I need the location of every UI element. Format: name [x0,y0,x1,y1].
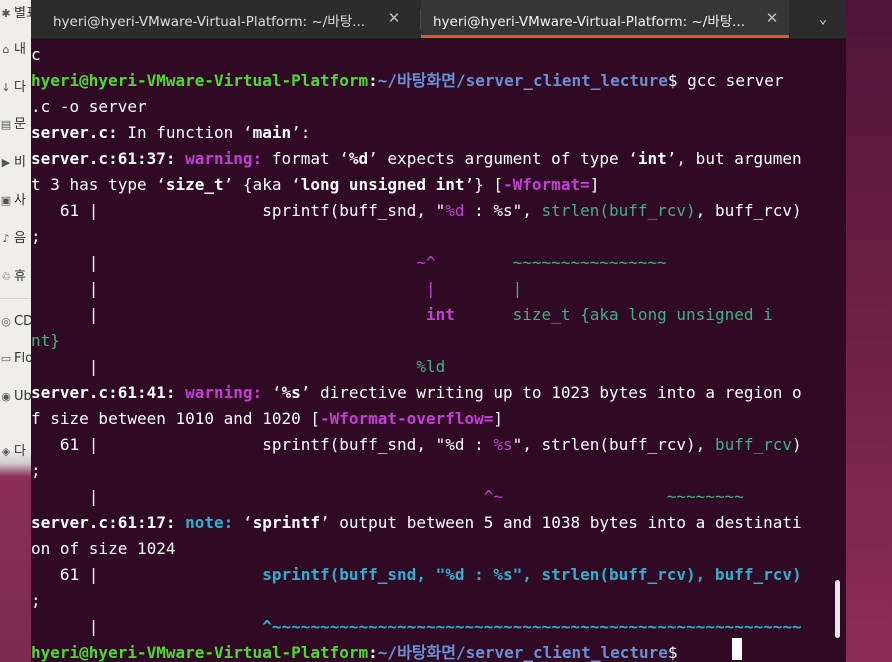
desktop-item-cd[interactable]: ◎ CD [0,314,32,340]
source-line: 61 | sprintf(buff_snd, "%d : %s", strlen… [31,435,802,454]
desktop-item-other[interactable]: ◈ 다 [0,440,32,466]
video-icon: ▶ [1,156,11,169]
warning-line: server.c:61:37: warning: format ‘%d’ exp… [31,149,802,168]
chevron-down-icon[interactable]: ⌄ [811,8,835,30]
warning-line: t 3 has type ‘size_t’ {aka ‘long unsigne… [31,175,600,194]
sidebar-divider [0,298,32,299]
disc-icon: ◎ [1,315,11,328]
terminal-window[interactable]: hyeri@hyeri-VMware-Virtual-Platform: ~/바… [31,0,846,662]
document-icon: ▤ [0,118,12,131]
close-icon[interactable]: ✕ [763,9,781,27]
desktop-sidebar: ✱ 별표 ⌂ 내 ↓ 다 ▤ 문 ▶ 비 ▣ 사 ♪ 음 ♲ 휴 ◎ CD ▭ Flo ◉ Ub ◈ 다 [0,0,32,662]
source-line: ; [31,591,41,610]
annotation-line: | | | [31,279,523,298]
annotation-line: | ^~~~~~~~~~~~~~~~~~~~~~~~~~~~~~~~~~~~~~… [31,617,802,636]
source-line: ; [31,227,41,246]
tab-terminal-2[interactable]: hyeri@hyeri-VMware-Virtual-Platform: ~/바… [421,0,789,38]
terminal-cursor [732,638,742,660]
desktop-item-floppy[interactable]: ▭ Flo [0,351,32,377]
warning-line: server.c:61:41: warning: ‘%s’ directive … [31,383,802,402]
source-line: ; [31,461,41,480]
star-icon: ✱ [1,7,11,20]
drive-icon: ◉ [1,390,11,403]
note-line: on of size 1024 [31,539,176,558]
prompt-line: hyeri@hyeri-VMware-Virtual-Platform:~/바탕… [31,71,784,90]
note-line: server.c:61:17: note: ‘sprintf’ output b… [31,513,802,532]
annotation-line: | ~^ ~~~~~~~~~~~~~~~~ [31,253,667,272]
annotation-line: | ^~ ~~~~~~~~ [31,487,744,506]
prompt-line: hyeri@hyeri-VMware-Virtual-Platform:~/바탕… [31,643,678,662]
picture-icon: ▣ [0,194,12,207]
desktop-item-downloads[interactable]: ↓ 다 [0,76,32,102]
output-line: c [31,45,41,64]
download-icon: ↓ [1,81,11,94]
source-line: 61 | sprintf(buff_snd, "%d : %s", strlen… [31,565,802,584]
terminal-output[interactable]: c hyeri@hyeri-VMware-Virtual-Platform:~/… [31,40,846,662]
command-line: .c -o server [31,97,147,116]
desktop-item-pictures[interactable]: ▣ 사 [0,189,32,215]
output-line: server.c: In function ‘main’: [31,123,311,142]
desktop-item-trash[interactable]: ♲ 휴 [0,265,32,291]
location-icon: ◈ [1,445,11,458]
tab-title: hyeri@hyeri-VMware-Virtual-Platform: ~/바… [433,14,746,30]
scrollbar-thumb[interactable] [835,580,840,638]
tab-title: hyeri@hyeri-VMware-Virtual-Platform: ~/바… [53,14,366,30]
desktop-item-music[interactable]: ♪ 음 [0,227,32,253]
trash-icon: ♲ [1,270,11,283]
desktop-item-starred[interactable]: ✱ 별표 [0,2,32,28]
desktop-item-ubuntu[interactable]: ◉ Ub [0,389,32,415]
source-line: 61 | sprintf(buff_snd, "%d : %s", strlen… [31,201,802,220]
close-icon[interactable]: ✕ [385,9,403,27]
annotation-line: nt} [31,331,60,350]
music-icon: ♪ [2,232,10,245]
desktop-wallpaper [846,0,892,662]
desktop-item-documents[interactable]: ▤ 문 [0,113,32,139]
warning-line: f size between 1010 and 1020 [-Wformat-o… [31,409,504,428]
desktop-item-home[interactable]: ⌂ 내 [0,38,32,64]
desktop-item-videos[interactable]: ▶ 비 [0,151,32,177]
annotation-line: | int size_t {aka long unsigned i [31,305,773,324]
home-icon: ⌂ [2,43,10,56]
drive-icon: ▭ [0,352,12,365]
annotation-line: | %ld [31,357,446,376]
tab-bar: hyeri@hyeri-VMware-Virtual-Platform: ~/바… [31,0,846,39]
tab-terminal-1[interactable]: hyeri@hyeri-VMware-Virtual-Platform: ~/바… [31,0,411,38]
